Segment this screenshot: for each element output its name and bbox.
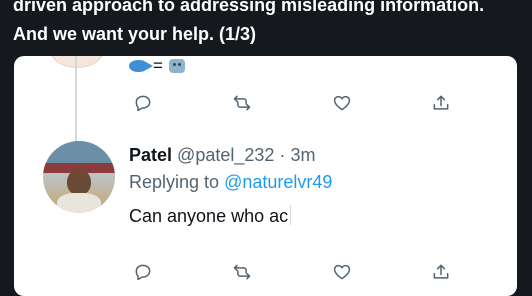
like-icon <box>333 95 350 111</box>
parent-tweet-emoji-row: = <box>129 56 185 78</box>
display-name[interactable]: Patel <box>129 145 172 165</box>
replying-to-line: Replying to @naturelvr49 <box>129 169 332 195</box>
reply-button[interactable] <box>132 261 154 283</box>
equals-sign: = <box>153 56 163 75</box>
thread-connector-line <box>75 56 77 142</box>
like-button[interactable] <box>331 92 353 114</box>
fish-emoji-icon <box>129 60 153 72</box>
reply-icon <box>135 264 151 281</box>
tweet-text-line-1: driven approach to addressing misleading… <box>13 0 485 15</box>
share-icon <box>433 95 449 110</box>
retweet-button[interactable] <box>231 92 253 114</box>
reply-icon <box>135 95 151 112</box>
share-button[interactable] <box>430 92 452 114</box>
parent-tweet-actions <box>132 92 452 114</box>
text-cursor <box>290 205 292 225</box>
timestamp[interactable]: 3m <box>290 145 315 165</box>
reply-compose-text[interactable]: Can anyone who ac <box>129 203 292 229</box>
share-button[interactable] <box>430 261 452 283</box>
share-icon <box>433 264 449 279</box>
reply-tweet-actions <box>132 261 452 283</box>
user-handle[interactable]: @patel_232 <box>177 145 274 165</box>
timeline-tweet-text: driven approach to addressing misleading… <box>13 0 523 49</box>
like-icon <box>333 264 350 280</box>
like-button[interactable] <box>331 261 353 283</box>
reply-text: Can anyone who ac <box>129 206 289 226</box>
thread-card: = Patel @patel_232 · 3m Replying to @nat… <box>14 56 517 296</box>
retweet-button[interactable] <box>231 261 253 283</box>
parent-avatar[interactable] <box>50 56 104 68</box>
reply-tweet-header: Patel @patel_232 · 3m <box>129 142 315 168</box>
retweet-icon <box>234 95 251 111</box>
robot-emoji-icon <box>168 59 185 73</box>
avatar-face <box>67 169 91 195</box>
tweet-text-line-2: And we want your help. (1/3) <box>13 24 257 44</box>
reply-button[interactable] <box>132 92 154 114</box>
retweet-icon <box>234 264 251 280</box>
meta-separator: · <box>279 145 286 165</box>
replying-to-handle-link[interactable]: @naturelvr49 <box>224 172 332 192</box>
replying-to-label: Replying to <box>129 172 220 192</box>
avatar-shirt <box>57 193 101 213</box>
avatar[interactable] <box>43 141 115 213</box>
